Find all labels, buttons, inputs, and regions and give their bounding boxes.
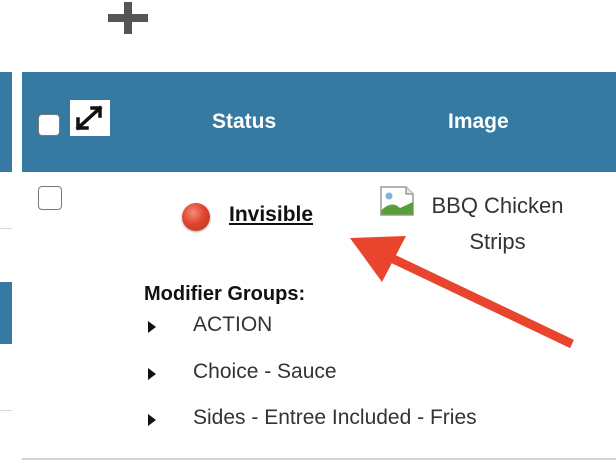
modifier-group-label: Choice - Sauce	[193, 360, 337, 383]
caret-right-icon[interactable]	[148, 414, 156, 426]
modifier-group-label: Sides - Entree Included - Fries	[193, 406, 477, 429]
modifier-groups-title: Modifier Groups:	[144, 283, 306, 305]
caret-right-icon[interactable]	[148, 368, 156, 380]
row-divider	[22, 458, 616, 460]
modifier-group-label: ACTION	[193, 313, 273, 336]
caret-right-icon[interactable]	[148, 321, 156, 333]
annotation-arrow	[350, 236, 574, 349]
